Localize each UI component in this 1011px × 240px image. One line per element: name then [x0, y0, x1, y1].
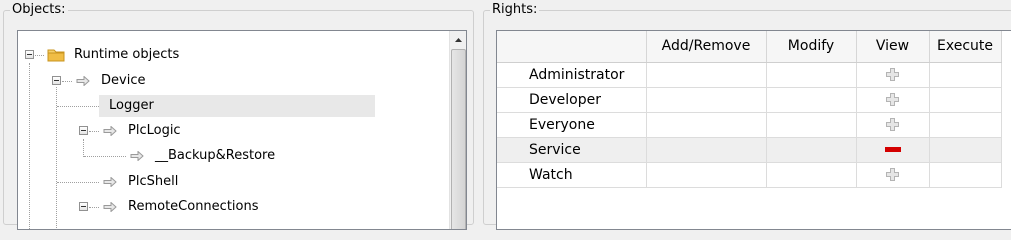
grant-default-icon	[886, 168, 899, 181]
view-cell[interactable]	[856, 62, 930, 88]
execute-cell[interactable]	[929, 112, 1002, 138]
add-remove-cell[interactable]	[646, 62, 767, 88]
rights-table-container: Add/Remove Modify View Execute Administr…	[496, 30, 1011, 230]
column-header-add-remove[interactable]: Add/Remove	[646, 31, 767, 63]
tree-item-label: Runtime objects	[74, 47, 180, 62]
tree-connector	[57, 182, 99, 183]
vertical-scrollbar[interactable]	[449, 31, 466, 229]
grant-default-icon	[886, 118, 899, 131]
grant-default-icon	[886, 93, 899, 106]
add-remove-cell[interactable]	[646, 112, 767, 138]
tree-item-plcshell[interactable]: PlcShell	[18, 171, 438, 193]
role-name: Developer	[497, 87, 647, 113]
scroll-up-button[interactable]	[450, 31, 466, 48]
tree-item-plclogic[interactable]: PlcLogic	[18, 120, 438, 142]
arrow-right-icon	[103, 126, 117, 136]
rights-table: Add/Remove Modify View Execute Administr…	[497, 31, 1002, 188]
rights-group: Rights: Add/Remove Modify View Execute A…	[483, 2, 1011, 230]
chevron-up-icon	[455, 37, 462, 42]
tree-item-label: __Backup&Restore	[155, 148, 276, 163]
role-name: Watch	[497, 162, 647, 188]
role-name: Administrator	[497, 62, 647, 88]
objects-group: Objects: Runtime objects Device Logger P…	[3, 2, 474, 230]
collapse-icon[interactable]	[52, 76, 61, 85]
rights-row-administrator: Administrator	[497, 62, 1002, 88]
arrow-right-icon	[130, 151, 144, 161]
modify-cell[interactable]	[766, 112, 857, 138]
add-remove-cell[interactable]	[646, 162, 767, 188]
view-cell[interactable]	[856, 112, 930, 138]
tree-item-backup-restore[interactable]: __Backup&Restore	[18, 145, 438, 167]
arrow-right-icon	[103, 202, 117, 212]
tree-connector	[35, 55, 44, 56]
tree-item-label: Device	[101, 73, 146, 88]
view-cell[interactable]	[856, 87, 930, 113]
rights-row-watch: Watch	[497, 162, 1002, 188]
rights-header-row: Add/Remove Modify View Execute	[497, 31, 1002, 63]
collapse-icon[interactable]	[25, 50, 34, 59]
arrow-right-icon	[76, 76, 90, 86]
role-name: Everyone	[497, 112, 647, 138]
tree-connector	[89, 131, 99, 132]
tree-item-remoteconnections[interactable]: RemoteConnections	[18, 196, 438, 218]
execute-cell[interactable]	[929, 62, 1002, 88]
objects-tree[interactable]: Runtime objects Device Logger PlcLogic _…	[17, 30, 467, 230]
folder-icon	[47, 49, 65, 62]
view-cell[interactable]	[856, 162, 930, 188]
arrow-right-icon	[103, 177, 117, 187]
tree-connector	[57, 106, 99, 107]
tree-item-label: PlcShell	[128, 174, 179, 189]
tree-item-label: Logger	[99, 95, 375, 117]
objects-title: Objects:	[10, 2, 68, 18]
role-name: Service	[497, 137, 647, 163]
deny-icon	[884, 147, 901, 152]
add-remove-cell[interactable]	[646, 137, 767, 163]
tree-item-runtime-objects[interactable]: Runtime objects	[18, 44, 438, 66]
column-header-role[interactable]	[497, 31, 647, 63]
scroll-thumb[interactable]	[451, 49, 466, 229]
collapse-icon[interactable]	[79, 126, 88, 135]
modify-cell[interactable]	[766, 87, 857, 113]
tree-connector	[89, 207, 99, 208]
execute-cell[interactable]	[929, 162, 1002, 188]
modify-cell[interactable]	[766, 137, 857, 163]
tree-item-label: PlcLogic	[128, 123, 181, 138]
add-remove-cell[interactable]	[646, 87, 767, 113]
execute-cell[interactable]	[929, 87, 1002, 113]
collapse-icon[interactable]	[79, 202, 88, 211]
tree-item-label: RemoteConnections	[128, 199, 259, 214]
grant-default-icon	[886, 68, 899, 81]
rights-row-service: Service	[497, 137, 1002, 163]
modify-cell[interactable]	[766, 62, 857, 88]
rights-row-everyone: Everyone	[497, 112, 1002, 138]
execute-cell[interactable]	[929, 137, 1002, 163]
rights-row-developer: Developer	[497, 87, 1002, 113]
tree-item-logger[interactable]: Logger	[18, 95, 438, 117]
tree-connector	[62, 81, 72, 82]
rights-title: Rights:	[490, 2, 540, 18]
column-header-modify[interactable]: Modify	[766, 31, 857, 63]
column-header-view[interactable]: View	[856, 31, 930, 63]
modify-cell[interactable]	[766, 162, 857, 188]
tree-connector	[84, 156, 126, 157]
column-header-execute[interactable]: Execute	[929, 31, 1002, 63]
view-cell[interactable]	[856, 137, 930, 163]
tree-item-device[interactable]: Device	[18, 70, 438, 92]
